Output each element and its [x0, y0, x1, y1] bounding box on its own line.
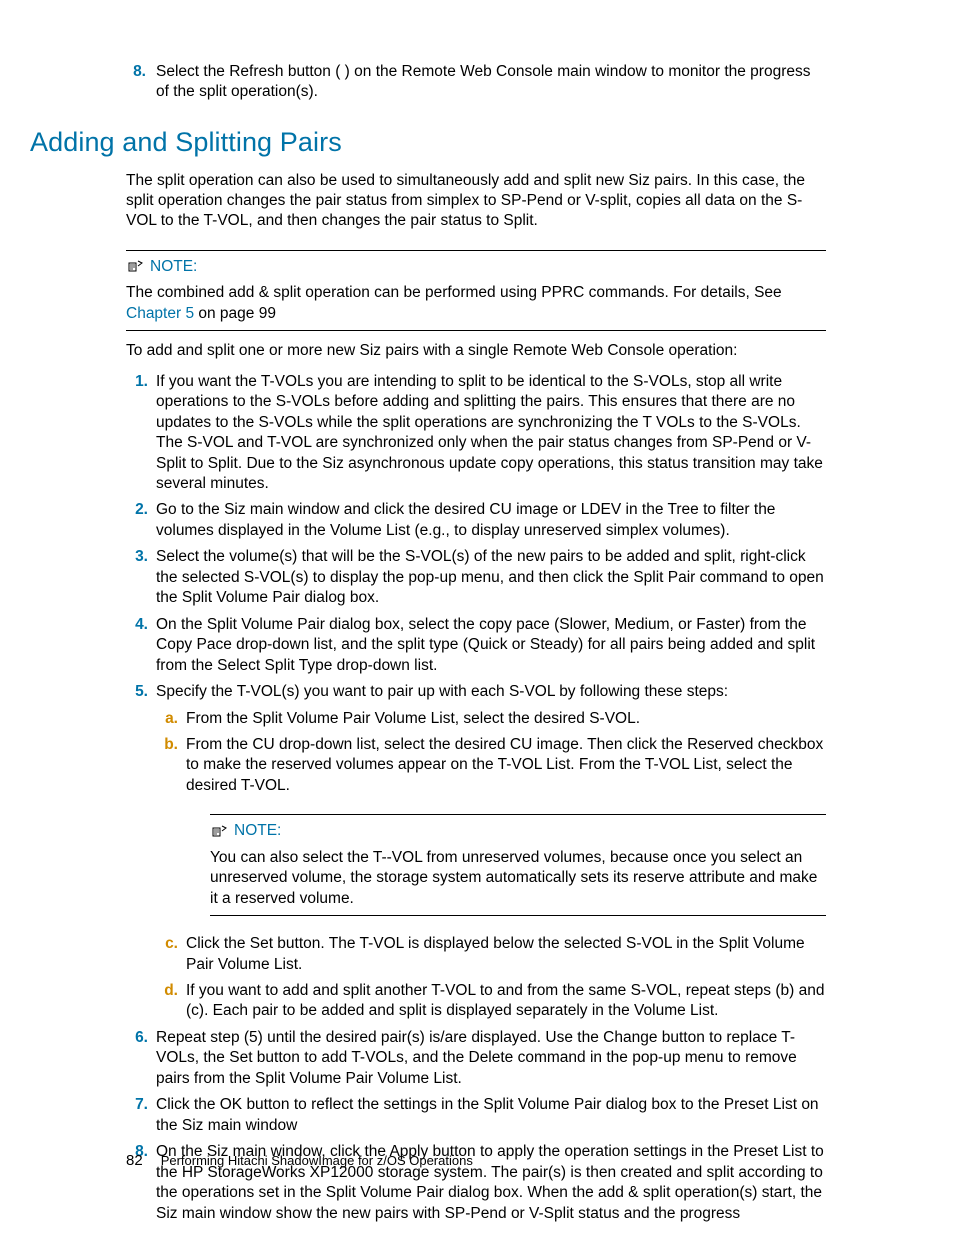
step-text: Repeat step (5) until the desired pair(s…	[156, 1029, 797, 1087]
page-footer: 82 Performing Hitachi ShadowImage for z/…	[126, 1151, 473, 1171]
step-text: Select the Refresh button ( ) on the Rem…	[156, 63, 811, 100]
note-text-pre: The combined add & split operation can b…	[126, 284, 782, 301]
lead-in-paragraph: To add and split one or more new Siz pai…	[126, 341, 826, 361]
intro-paragraph: The split operation can also be used to …	[126, 171, 826, 232]
page-number: 82	[126, 1151, 143, 1171]
list-item: 3. Select the volume(s) that will be the…	[126, 547, 826, 608]
substep-letter: a.	[156, 709, 178, 729]
step-number: 3.	[126, 547, 148, 567]
substep-list: a. From the Split Volume Pair Volume Lis…	[156, 709, 826, 797]
step-number: 7.	[126, 1095, 148, 1115]
step-text: Click the OK button to reflect the setti…	[156, 1096, 819, 1133]
note-icon	[210, 825, 228, 839]
step-number: 1.	[126, 372, 148, 392]
step-number: 4.	[126, 615, 148, 635]
step-text: On the Split Volume Pair dialog box, sel…	[156, 616, 815, 674]
list-item: 8. Select the Refresh button ( ) on the …	[126, 62, 826, 103]
chapter-link[interactable]: Chapter 5	[126, 305, 194, 322]
step-number: 8.	[124, 62, 146, 82]
note-heading: NOTE:	[126, 257, 826, 277]
note-divider-top	[210, 814, 826, 815]
substep-text: If you want to add and split another T-V…	[186, 982, 824, 1019]
footer-title: Performing Hitachi ShadowImage for z/OS …	[161, 1152, 473, 1169]
substep-text: Click the Set button. The T-VOL is displ…	[186, 935, 805, 972]
note-body: You can also select the T--VOL from unre…	[210, 848, 826, 909]
list-item: 4. On the Split Volume Pair dialog box, …	[126, 615, 826, 676]
list-item: 5. Specify the T-VOL(s) you want to pair…	[126, 682, 826, 1022]
step-text: Specify the T-VOL(s) you want to pair up…	[156, 683, 728, 700]
list-item: 6. Repeat step (5) until the desired pai…	[126, 1028, 826, 1089]
note-divider-top	[126, 250, 826, 251]
substep-list-continued: c. Click the Set button. The T-VOL is di…	[156, 934, 826, 1022]
step-text: If you want the T-VOLs you are intending…	[156, 373, 823, 492]
list-item: 7. Click the OK button to reflect the se…	[126, 1095, 826, 1136]
step-number: 6.	[126, 1028, 148, 1048]
main-step-list: 1. If you want the T-VOLs you are intend…	[126, 372, 826, 1224]
note-body: The combined add & split operation can b…	[126, 283, 826, 324]
list-item: c. Click the Set button. The T-VOL is di…	[156, 934, 826, 975]
step-text: Select the volume(s) that will be the S-…	[156, 548, 824, 606]
step-text: Go to the Siz main window and click the …	[156, 501, 775, 538]
substep-text: From the Split Volume Pair Volume List, …	[186, 710, 640, 727]
nested-note: NOTE: You can also select the T--VOL fro…	[210, 814, 826, 916]
list-item: b. From the CU drop-down list, select th…	[156, 735, 826, 796]
list-item: d. If you want to add and split another …	[156, 981, 826, 1022]
substep-letter: b.	[156, 735, 178, 755]
section-heading: Adding and Splitting Pairs	[30, 125, 826, 161]
note-heading: NOTE:	[210, 821, 826, 841]
note-icon	[126, 260, 144, 274]
note-label: NOTE:	[234, 821, 281, 841]
step-number: 5.	[126, 682, 148, 702]
substep-text: From the CU drop-down list, select the d…	[186, 736, 823, 794]
step-number: 2.	[126, 500, 148, 520]
substep-letter: c.	[156, 934, 178, 954]
list-item: a. From the Split Volume Pair Volume Lis…	[156, 709, 826, 729]
note-text-post: on page 99	[194, 305, 276, 322]
list-item: 1. If you want the T-VOLs you are intend…	[126, 372, 826, 495]
substep-letter: d.	[156, 981, 178, 1001]
prior-section-step-list: 8. Select the Refresh button ( ) on the …	[126, 62, 826, 103]
list-item: 2. Go to the Siz main window and click t…	[126, 500, 826, 541]
note-divider-bottom	[126, 330, 826, 331]
note-divider-bottom	[210, 915, 826, 916]
note-label: NOTE:	[150, 257, 197, 277]
